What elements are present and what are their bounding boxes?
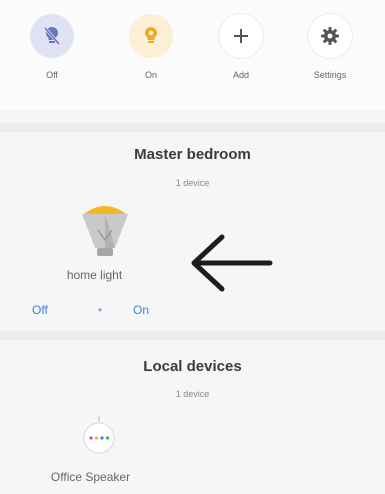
on-button[interactable] bbox=[129, 14, 173, 58]
settings-button[interactable] bbox=[308, 14, 352, 58]
light-off-icon bbox=[43, 26, 61, 45]
section-divider bbox=[0, 330, 385, 340]
room-title: Master bedroom bbox=[134, 146, 251, 163]
off-label: Off bbox=[46, 70, 58, 80]
speaker-icon bbox=[83, 416, 115, 454]
settings-label: Settings bbox=[313, 70, 347, 80]
all-off-action[interactable]: Off bbox=[22, 14, 82, 80]
add-button[interactable] bbox=[219, 14, 263, 58]
device-name: home light bbox=[66, 268, 123, 282]
device-off-button[interactable]: Off bbox=[32, 303, 48, 317]
room-title: Local devices bbox=[143, 358, 242, 375]
all-on-action[interactable]: On bbox=[121, 14, 181, 80]
add-action[interactable]: Add bbox=[211, 14, 271, 80]
room-device-count: 1 device bbox=[175, 178, 210, 188]
off-button[interactable] bbox=[30, 14, 74, 58]
device-card-home-light[interactable]: home light Off • On bbox=[12, 196, 162, 321]
device-name: Office Speaker bbox=[50, 470, 131, 484]
add-label: Add bbox=[232, 70, 249, 80]
on-label: On bbox=[144, 70, 157, 80]
control-separator: • bbox=[98, 303, 103, 317]
light-on-icon bbox=[144, 26, 158, 43]
room-device-count: 1 device bbox=[175, 389, 210, 399]
bulb-icon bbox=[82, 206, 128, 256]
gear-icon bbox=[321, 27, 339, 45]
device-on-button[interactable]: On bbox=[133, 303, 149, 317]
plus-icon bbox=[234, 29, 248, 43]
section-divider bbox=[0, 122, 385, 132]
settings-action[interactable]: Settings bbox=[300, 14, 360, 80]
device-card-office-speaker[interactable]: Office Speaker bbox=[12, 408, 162, 494]
arrow-left-icon bbox=[191, 234, 273, 292]
quick-actions-bar: Off On Add Settings bbox=[0, 0, 385, 110]
